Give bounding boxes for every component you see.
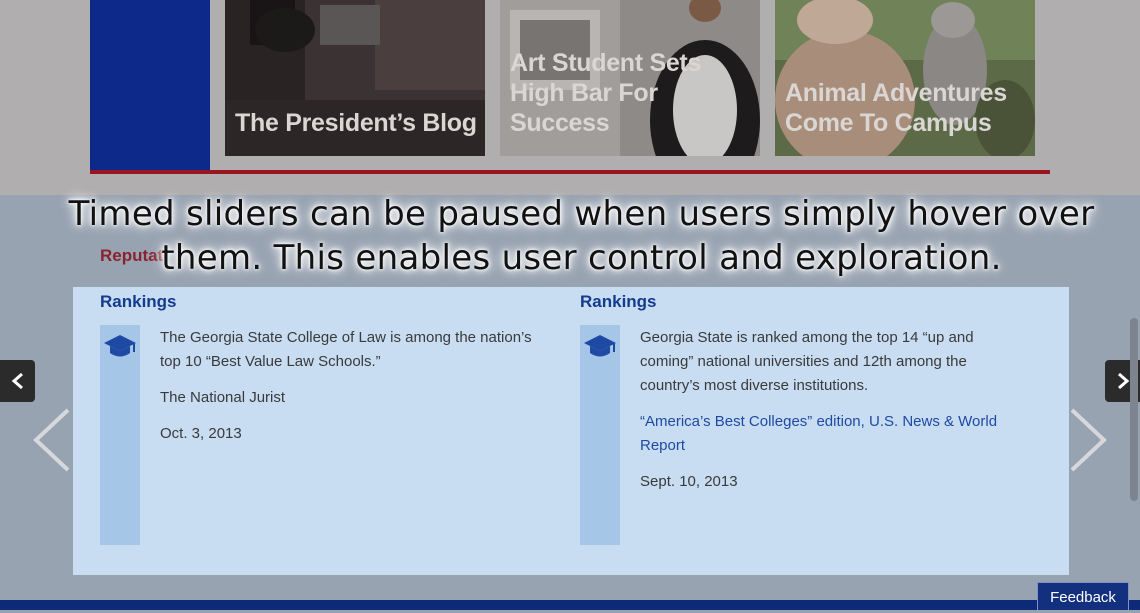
card-text: Georgia State is ranked among the top 14… [640,329,974,394]
tile-caption: Animal Adventures Come To Campus [785,79,1007,137]
annotation-line: them. This enables user control and expl… [161,238,1002,278]
scrollbar[interactable] [1130,318,1138,501]
card-icon-column [580,325,620,545]
annotation-overlay: Timed sliders can be paused when users s… [0,192,1140,280]
ranking-card: Rankings The Georgia State College of La… [100,292,540,545]
chevron-left-icon [11,372,23,390]
tile-caption: Art Student Sets High Bar For Success [510,49,702,137]
news-tile-presidents-blog[interactable]: The President’s Blog [225,0,485,156]
slider-next-chevron-icon[interactable] [1068,408,1108,472]
chevron-right-icon [1117,372,1129,390]
annotation-line: Timed sliders can be paused when users s… [68,194,1095,234]
card-body: The Georgia State College of Law is amon… [160,326,545,458]
card-text: The Georgia State College of Law is amon… [160,329,532,370]
news-tile-art-student[interactable]: Art Student Sets High Bar For Success [500,0,760,156]
card-date: Sept. 10, 2013 [640,473,738,490]
card-heading: Rankings [100,292,177,311]
slider-prev-chevron-icon[interactable] [32,408,72,472]
news-tile-animal-adventures[interactable]: Animal Adventures Come To Campus [775,0,1035,156]
section-divider [90,170,1050,174]
card-date: Oct. 3, 2013 [160,425,242,442]
card-heading: Rankings [580,292,657,311]
tile-caption: The President’s Blog [235,109,477,137]
card-icon-column [100,325,140,545]
card-source-link[interactable]: “America’s Best Colleges” edition, U.S. … [640,413,997,454]
card-source: The National Jurist [160,389,286,406]
graduation-cap-icon [584,335,616,357]
graduation-cap-icon [104,335,136,357]
ranking-card: Rankings Georgia State is ranked among t… [580,292,1020,545]
card-source-wrap: “America’s Best Colleges” edition, U.S. … [640,410,1025,458]
feedback-button[interactable]: Feedback [1037,582,1129,610]
brand-block [90,0,210,172]
card-body: Georgia State is ranked among the top 14… [640,326,1025,506]
footer-bar [0,600,1140,610]
prev-page-button[interactable] [0,360,35,402]
